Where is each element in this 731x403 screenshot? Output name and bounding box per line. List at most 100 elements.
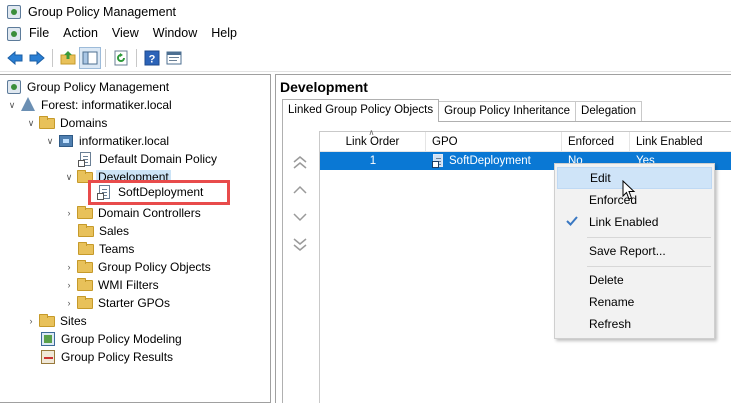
expand-chevron-icon[interactable]: › [25, 315, 37, 327]
expand-chevron-icon[interactable]: › [63, 261, 75, 273]
tree-item-label: Group Policy Modeling [61, 332, 182, 346]
forest-icon [20, 97, 36, 113]
menu-item-link-enabled[interactable]: Link Enabled [557, 211, 712, 233]
folder-icon [39, 313, 55, 329]
tree-item-group-policy-objects[interactable]: › Group Policy Objects [63, 258, 213, 276]
tree-item-softdeployment[interactable]: SoftDeployment [95, 183, 205, 201]
tree-item-label: Forest: informatiker.local [41, 98, 172, 112]
forward-icon[interactable] [26, 47, 48, 69]
collapse-chevron-icon[interactable]: ∨ [6, 99, 18, 111]
menu-action[interactable]: Action [56, 24, 105, 43]
collapse-chevron-icon[interactable]: ∨ [63, 171, 75, 183]
tree-item-label: Domains [60, 116, 108, 130]
menu-view[interactable]: View [105, 24, 146, 43]
domain-icon [58, 133, 74, 149]
collapse-chevron-icon[interactable]: ∨ [25, 117, 37, 129]
menu-bar: File Action View Window Help [0, 23, 731, 44]
title-bar: Group Policy Management [0, 0, 731, 23]
tree-item-root[interactable]: Group Policy Management [4, 78, 171, 96]
column-label: Link Order [345, 136, 400, 148]
cell-gpo: SoftDeployment [426, 152, 562, 170]
svg-text:?: ? [149, 54, 156, 66]
back-icon[interactable] [4, 47, 26, 69]
mouse-cursor-icon [622, 180, 636, 200]
menu-window[interactable]: Window [146, 24, 204, 43]
console-tree[interactable]: Group Policy Management ∨ Forest: inform… [0, 74, 271, 403]
folder-icon [77, 259, 93, 275]
gpm-icon [6, 79, 22, 95]
tree-item-label: Domain Controllers [98, 206, 201, 220]
tree-item-starter-gpos[interactable]: › Starter GPOs [63, 294, 172, 312]
help-icon[interactable]: ? [141, 47, 163, 69]
cell-link-order: 1 [369, 155, 377, 167]
menu-separator [587, 266, 711, 267]
menu-item-delete[interactable]: Delete [557, 269, 712, 291]
cell-gpo-name: SoftDeployment [449, 155, 531, 167]
tree-item-teams[interactable]: Teams [76, 240, 136, 258]
tree-item-label: Group Policy Management [27, 80, 170, 94]
move-bottom-icon[interactable] [290, 236, 310, 252]
tab-inheritance[interactable]: Group Policy Inheritance [438, 101, 577, 122]
move-up-icon[interactable] [290, 182, 310, 198]
results-icon [40, 349, 56, 365]
menu-item-label: Link Enabled [589, 215, 659, 229]
column-enforced[interactable]: Enforced [562, 132, 630, 152]
column-gpo[interactable]: GPO [426, 132, 562, 152]
expand-chevron-icon[interactable]: › [63, 297, 75, 309]
tree-item-sites[interactable]: › Sites [25, 312, 89, 330]
menu-help[interactable]: Help [204, 24, 244, 43]
tree-item-domains[interactable]: ∨ Domains [25, 114, 109, 132]
expand-chevron-icon[interactable]: › [63, 207, 75, 219]
ou-folder-icon [78, 241, 94, 257]
move-down-icon[interactable] [290, 209, 310, 225]
gpo-link-icon [432, 154, 446, 168]
tree-item-label: Teams [99, 242, 135, 256]
up-folder-icon[interactable] [57, 47, 79, 69]
tree-item-label: Default Domain Policy [99, 152, 218, 166]
menu-item-rename[interactable]: Rename [557, 291, 712, 313]
column-link-order[interactable]: ∧ Link Order [320, 128, 426, 152]
tree-item-sales[interactable]: Sales [76, 222, 131, 240]
console-menu-icon[interactable] [6, 26, 22, 42]
tree-item-wmi-filters[interactable]: › WMI Filters [63, 276, 161, 294]
properties-icon[interactable] [163, 47, 185, 69]
gpo-link-icon [97, 184, 113, 200]
refresh-icon[interactable] [110, 47, 132, 69]
menu-file[interactable]: File [22, 24, 56, 43]
folder-icon [77, 295, 93, 311]
gpm-app-icon [6, 4, 22, 20]
tree-item-label: Sales [99, 224, 130, 238]
menu-separator [587, 237, 711, 238]
modeling-icon [40, 331, 56, 347]
expand-chevron-icon[interactable]: › [63, 279, 75, 291]
tree-item-results[interactable]: Group Policy Results [38, 348, 175, 366]
column-link-enabled[interactable]: Link Enabled [630, 132, 731, 152]
menu-item-refresh[interactable]: Refresh [557, 313, 712, 335]
ou-folder-icon [77, 205, 93, 221]
move-top-icon[interactable] [290, 155, 310, 171]
sort-ascending-icon: ∧ [368, 128, 375, 137]
tree-item-modeling[interactable]: Group Policy Modeling [38, 330, 184, 348]
tree-item-domain[interactable]: ∨ informatiker.local [44, 132, 171, 150]
details-title: Development [280, 79, 368, 95]
tree-item-label: Sites [60, 314, 87, 328]
menu-item-save-report[interactable]: Save Report... [557, 240, 712, 262]
tab-linked-gpos[interactable]: Linked Group Policy Objects [282, 99, 440, 122]
ou-folder-icon [78, 223, 94, 239]
tree-item-label: informatiker.local [79, 134, 170, 148]
tree-item-label: Starter GPOs [98, 296, 171, 310]
collapse-chevron-icon[interactable]: ∨ [44, 135, 56, 147]
tree-item-label: Group Policy Objects [98, 260, 211, 274]
list-header: ∧ Link Order GPO Enforced Link Enabled [320, 128, 731, 152]
tree-item-forest[interactable]: ∨ Forest: informatiker.local [6, 96, 174, 114]
tree-item-label: WMI Filters [98, 278, 159, 292]
tab-delegation[interactable]: Delegation [575, 101, 643, 122]
folder-icon [77, 277, 93, 293]
tree-item-default-domain-policy[interactable]: Default Domain Policy [76, 150, 219, 168]
toolbar-separator [136, 49, 137, 67]
tree-item-label: SoftDeployment [118, 185, 204, 199]
show-hide-tree-icon[interactable] [79, 47, 101, 69]
details-tabs: Linked Group Policy Objects Group Policy… [282, 99, 643, 122]
window-title: Group Policy Management [28, 4, 176, 19]
tree-item-domain-controllers[interactable]: › Domain Controllers [63, 204, 203, 222]
